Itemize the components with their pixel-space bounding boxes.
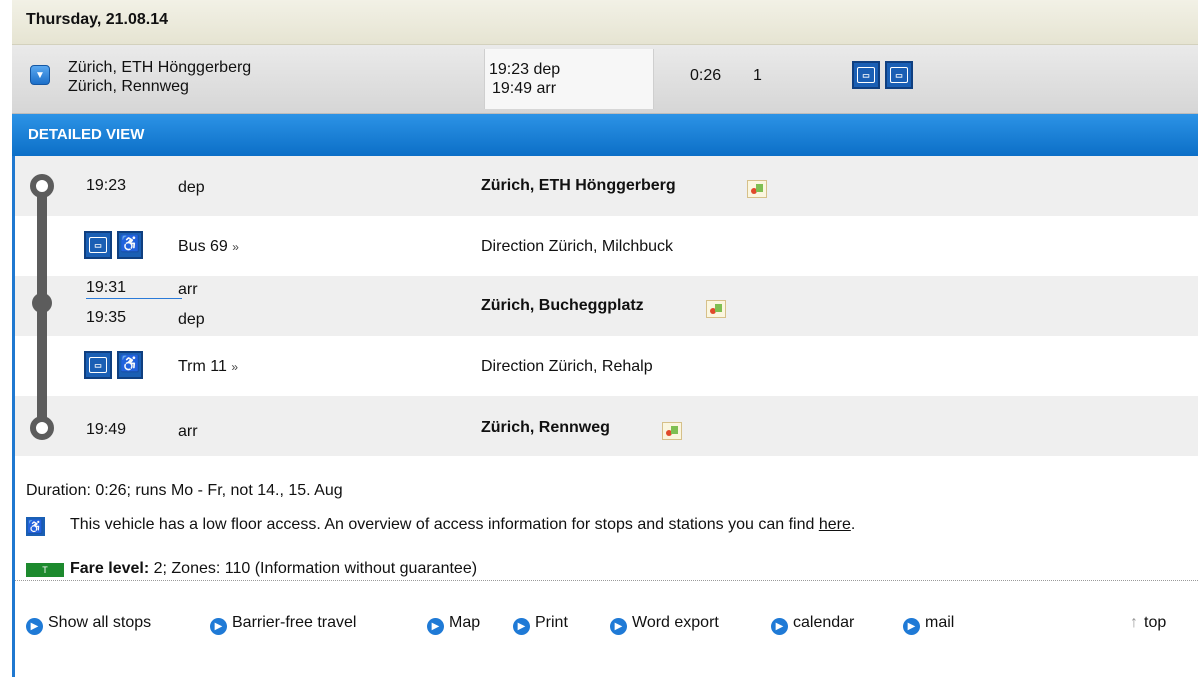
bus-icon: ▭	[84, 231, 112, 259]
leg2-direction: Direction Zürich, Rehalp	[481, 358, 653, 375]
map-icon[interactable]	[747, 180, 767, 198]
stop2-name[interactable]: Zürich, Bucheggplatz	[481, 297, 644, 315]
connection-to: Zürich, Rennweg	[68, 78, 189, 95]
arrow-right-icon: ▶	[26, 618, 43, 635]
top-link[interactable]: ↑ top	[1130, 614, 1166, 632]
connection-dep-time: 19:23 dep	[489, 61, 561, 78]
arrow-right-icon: ▶	[513, 618, 530, 635]
duration-info: Duration: 0:26; runs Mo - Fr, not 14., 1…	[26, 482, 343, 499]
date-label: Thursday, 21.08.14	[26, 11, 168, 28]
access-info-end: .	[850, 516, 856, 533]
mail-label: mail	[925, 614, 955, 631]
print-link[interactable]: ▶ Print	[513, 614, 568, 635]
detailed-view-title: DETAILED VIEW	[28, 126, 145, 143]
fare-ticket-icon: T	[26, 563, 64, 577]
calendar-label: calendar	[793, 614, 855, 631]
stop2-dep-kind: dep	[178, 311, 205, 328]
chevron-down-icon[interactable]: ▼	[30, 65, 50, 85]
arrow-right-icon: ▶	[427, 618, 444, 635]
start-stop-marker	[30, 174, 54, 198]
show-all-stops-label: Show all stops	[48, 614, 152, 631]
stop1-kind: dep	[178, 179, 205, 196]
stop2-arr-kind: arr	[178, 281, 198, 298]
access-info: This vehicle has a low floor access. An …	[70, 516, 855, 534]
leg2-line-label: Trm 11	[178, 358, 227, 375]
mail-link[interactable]: ▶ mail	[903, 614, 954, 635]
stop1-name[interactable]: Zürich, ETH Hönggerberg	[481, 177, 676, 195]
wheelchair-icon: ♿	[117, 351, 143, 379]
arrow-right-icon: ▶	[771, 618, 788, 635]
stop3-time: 19:49	[86, 421, 127, 438]
expand-details-icon[interactable]: »	[231, 360, 238, 374]
fare-label: Fare level:	[70, 560, 150, 577]
fare-text: 2; Zones: 110 (Information without guara…	[149, 560, 478, 577]
barrier-free-label: Barrier-free travel	[232, 614, 357, 631]
arrow-up-icon: ↑	[1130, 614, 1138, 631]
tram-icon: ▭	[84, 351, 112, 379]
stop3-name[interactable]: Zürich, Rennweg	[481, 419, 610, 437]
connection-from: Zürich, ETH Hönggerberg	[68, 59, 252, 76]
arrow-right-icon: ▶	[903, 618, 920, 635]
detailed-view-header: DETAILED VIEW	[12, 114, 1198, 156]
map-link[interactable]: ▶ Map	[427, 614, 480, 635]
stop1-time: 19:23	[86, 177, 127, 194]
wheelchair-icon: ♿	[117, 231, 143, 259]
word-export-label: Word export	[632, 614, 719, 631]
stop2-arr-time: 19:31	[86, 279, 127, 296]
wheelchair-icon: ♿	[26, 517, 45, 536]
arrow-right-icon: ▶	[210, 618, 227, 635]
leg2-line[interactable]: Trm 11 »	[178, 358, 238, 376]
stop2-dep-time: 19:35	[86, 309, 127, 326]
top-label: top	[1144, 614, 1167, 631]
divider	[86, 298, 182, 299]
connection-changes: 1	[753, 67, 762, 84]
end-stop-marker	[30, 416, 54, 440]
access-info-link[interactable]: here	[819, 516, 851, 533]
map-label: Map	[449, 614, 481, 631]
map-icon[interactable]	[706, 300, 726, 318]
map-icon[interactable]	[662, 422, 682, 440]
divider	[15, 580, 1198, 581]
word-export-link[interactable]: ▶ Word export	[610, 614, 719, 635]
connection-duration: 0:26	[690, 67, 722, 84]
bus-icon: ▭	[852, 61, 880, 89]
calendar-link[interactable]: ▶ calendar	[771, 614, 854, 635]
expand-details-icon[interactable]: »	[232, 240, 239, 254]
leg1-direction: Direction Zürich, Milchbuck	[481, 238, 674, 255]
transfer-stop-marker	[32, 293, 52, 313]
date-bar: Thursday, 21.08.14	[12, 0, 1198, 45]
access-info-text: This vehicle has a low floor access. An …	[70, 516, 819, 533]
arrow-right-icon: ▶	[610, 618, 627, 635]
tram-icon: ▭	[885, 61, 913, 89]
show-all-stops-link[interactable]: ▶ Show all stops	[26, 614, 151, 635]
connection-arr-time: 19:49 arr	[492, 80, 557, 97]
leg1-line-label: Bus 69	[178, 238, 228, 255]
connection-times: 19:23 dep 19:49 arr	[484, 49, 654, 109]
stop3-kind: arr	[178, 423, 198, 440]
leg1-line[interactable]: Bus 69 »	[178, 238, 239, 256]
fare-info: Fare level: 2; Zones: 110 (Information w…	[70, 560, 477, 578]
connection-row[interactable]: ▼ Zürich, ETH Hönggerberg Zürich, Rennwe…	[12, 45, 1198, 114]
print-label: Print	[535, 614, 568, 631]
barrier-free-link[interactable]: ▶ Barrier-free travel	[210, 614, 356, 635]
